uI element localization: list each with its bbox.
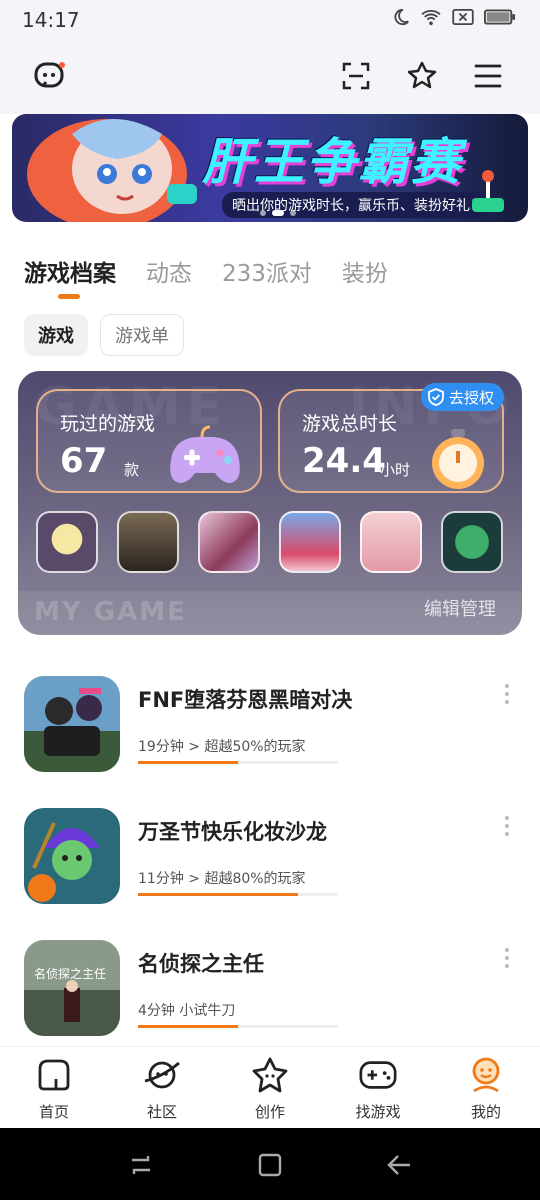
- game-list-item[interactable]: 万圣节快乐化妆沙龙 11分钟 > 超越80%的玩家: [24, 808, 524, 908]
- total-playtime-unit: 小时: [380, 461, 411, 479]
- nav-community-label: 社区: [146, 1103, 177, 1121]
- game-progress-bar: [138, 761, 338, 764]
- game-thumbnail[interactable]: [117, 511, 179, 573]
- gamepad-3d-icon: [170, 425, 240, 483]
- game-icon: [24, 808, 120, 904]
- tab-dressup[interactable]: 装扮: [342, 254, 388, 288]
- home-button-icon[interactable]: [255, 1150, 285, 1180]
- tab-233-party[interactable]: 233派对: [222, 254, 312, 288]
- game-progress-bar: [138, 893, 338, 896]
- more-options-icon[interactable]: [504, 684, 510, 704]
- game-playtime: 19分钟 > 超越50%的玩家: [138, 739, 306, 755]
- nav-community[interactable]: 社区: [108, 1047, 216, 1128]
- game-icon: 名侦探之主任: [24, 940, 120, 1036]
- wifi-icon: [421, 10, 441, 26]
- menu-icon[interactable]: [470, 58, 506, 94]
- top-bar: [0, 40, 540, 114]
- message-icon[interactable]: [32, 58, 68, 94]
- badge-star-icon[interactable]: [404, 58, 440, 94]
- nav-create[interactable]: 创作: [216, 1047, 324, 1128]
- banner-dot-active: [272, 210, 284, 216]
- bottom-navigation: 首页 社区 创作 找游戏 我的: [0, 1046, 540, 1128]
- game-progress-fill: [138, 1025, 238, 1028]
- tab-activity[interactable]: 动态: [146, 254, 192, 288]
- game-progress-bar: [138, 1025, 338, 1028]
- game-name: 名侦探之主任: [138, 952, 264, 976]
- profile-content: 游戏档案 动态 233派对 装扮 游戏 游戏单 GAME INFO 玩过的游戏 …: [0, 234, 540, 1046]
- nav-create-label: 创作: [254, 1103, 285, 1121]
- status-icons: [392, 8, 516, 26]
- game-playtime: 11分钟 > 超越80%的玩家: [138, 871, 306, 887]
- edit-manage-button[interactable]: 编辑管理: [424, 595, 496, 621]
- no-sim-icon: [452, 9, 474, 25]
- my-game-card: GAME INFO 玩过的游戏 67 款 游戏总时长 24.4 小时 去授权 M…: [18, 371, 522, 635]
- banner-pagination: [260, 210, 296, 216]
- system-navigation-bar: [0, 1128, 540, 1200]
- nav-profile[interactable]: 我的: [432, 1047, 540, 1128]
- authorize-button[interactable]: 去授权: [420, 383, 504, 411]
- more-options-icon[interactable]: [504, 816, 510, 836]
- more-options-icon[interactable]: [504, 948, 510, 968]
- event-banner[interactable]: 肝王争霸赛 晒出你的游戏时长，赢乐币、装扮好礼！: [12, 114, 528, 222]
- played-games-unit: 款: [124, 461, 140, 479]
- nav-home[interactable]: 首页: [0, 1047, 108, 1128]
- filter-chips: 游戏 游戏单: [24, 314, 184, 356]
- shield-check-icon: [428, 388, 444, 406]
- total-playtime-value: 24.4: [302, 441, 386, 481]
- star-icon: [250, 1055, 290, 1095]
- nav-find-games-label: 找游戏: [355, 1103, 401, 1121]
- card-footer-wordmark: MY GAME: [34, 597, 187, 627]
- game-list-item[interactable]: FNF堕落芬恩黑暗对决 19分钟 > 超越50%的玩家: [24, 676, 524, 776]
- game-progress-fill: [138, 761, 238, 764]
- banner-dot: [260, 210, 266, 216]
- recent-games-thumbnails: [36, 511, 503, 573]
- back-icon[interactable]: [384, 1150, 414, 1180]
- tab-indicator: [58, 294, 80, 299]
- planet-icon: [142, 1055, 182, 1095]
- profile-icon: [466, 1055, 506, 1095]
- game-thumbnail[interactable]: [36, 511, 98, 573]
- game-name: 万圣节快乐化妆沙龙: [138, 820, 327, 844]
- status-bar: 14:17: [0, 0, 540, 40]
- nav-profile-label: 我的: [470, 1103, 501, 1121]
- chip-game-lists[interactable]: 游戏单: [100, 314, 184, 356]
- authorize-label: 去授权: [448, 388, 494, 407]
- tab-game-profile[interactable]: 游戏档案: [24, 254, 116, 288]
- game-thumbnail[interactable]: [198, 511, 260, 573]
- game-list-item[interactable]: 名侦探之主任 名侦探之主任 4分钟 小试牛刀: [24, 940, 524, 1040]
- banner-title: 肝王争霸赛: [202, 133, 462, 191]
- game-thumbnail[interactable]: [360, 511, 422, 573]
- played-games-label: 玩过的游戏: [60, 413, 156, 435]
- status-time: 14:17: [22, 8, 80, 32]
- game-name: FNF堕落芬恩黑暗对决: [138, 688, 353, 712]
- moon-icon: [394, 8, 409, 26]
- banner-dot: [290, 210, 296, 216]
- banner-character-image: [27, 119, 197, 222]
- game-progress-fill: [138, 893, 298, 896]
- total-playtime-label: 游戏总时长: [302, 413, 398, 435]
- gamepad-icon: [358, 1055, 398, 1095]
- profile-tabs: 游戏档案 动态 233派对 装扮: [24, 254, 388, 288]
- chip-games[interactable]: 游戏: [24, 314, 88, 356]
- nav-home-label: 首页: [38, 1103, 69, 1121]
- played-games-value: 67: [60, 441, 108, 481]
- recent-apps-icon[interactable]: [126, 1150, 156, 1180]
- game-thumbnail[interactable]: [279, 511, 341, 573]
- nav-find-games[interactable]: 找游戏: [324, 1047, 432, 1128]
- stopwatch-icon: [432, 429, 484, 489]
- scan-icon[interactable]: [338, 58, 374, 94]
- game-thumbnail[interactable]: [441, 511, 503, 573]
- svg-text:名侦探之主任: 名侦探之主任: [34, 966, 106, 981]
- joystick-icon: [472, 170, 504, 212]
- played-games-stat[interactable]: 玩过的游戏 67 款: [36, 389, 262, 493]
- home-icon: [34, 1055, 74, 1095]
- battery-icon: [484, 9, 516, 25]
- game-playtime: 4分钟 小试牛刀: [138, 1003, 236, 1019]
- game-icon: [24, 676, 120, 772]
